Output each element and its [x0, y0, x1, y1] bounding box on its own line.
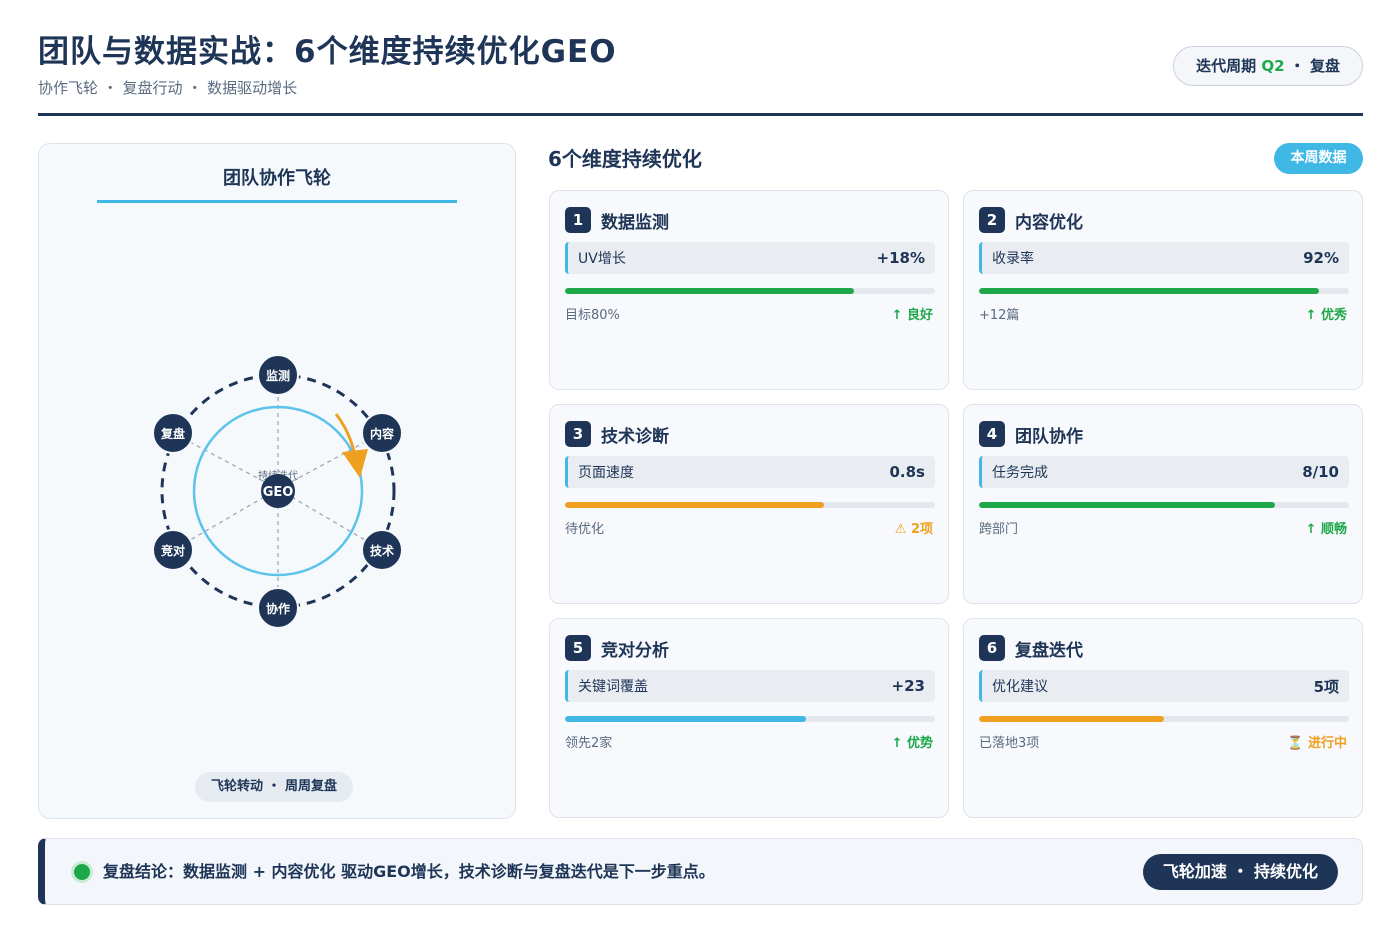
progress-fill — [979, 502, 1275, 508]
progress-track — [565, 502, 935, 508]
dimension-card-1[interactable]: 1 数据监测 UV增长 +18% 目标80% ↑ 良好 — [549, 190, 949, 390]
metric-label: 页面速度 — [578, 465, 634, 481]
card-number: 6 — [979, 635, 1005, 661]
node-competitor[interactable]: 竞对 — [152, 529, 194, 571]
progress-fill — [979, 288, 1320, 294]
node-review-label: 复盘 — [160, 426, 185, 441]
metric-label: UV增长 — [578, 251, 626, 267]
node-review[interactable]: 复盘 — [152, 412, 194, 454]
metric-value: +23 — [891, 677, 925, 695]
card-title: 复盘迭代 — [1015, 640, 1083, 661]
card-title: 技术诊断 — [601, 426, 669, 447]
metric-label: 优化建议 — [992, 679, 1048, 695]
node-tech[interactable]: 技术 — [361, 529, 403, 571]
card-header: 2 内容优化 — [979, 206, 1083, 234]
card-status: ↑ 良好 — [891, 308, 933, 323]
progress-track — [565, 716, 935, 722]
card-number: 5 — [565, 635, 591, 661]
card-header: 3 技术诊断 — [565, 420, 669, 448]
progress-fill — [565, 288, 854, 294]
rotation-arrow — [334, 413, 357, 457]
node-content-label: 内容 — [370, 426, 394, 441]
flywheel-panel: 团队协作飞轮 持续迭代 GEO 监测 内容 技术 — [38, 143, 516, 819]
card-footnote: 待优化 — [565, 522, 605, 537]
card-metric: 关键词覆盖 +23 — [565, 670, 935, 702]
node-content[interactable]: 内容 — [361, 412, 403, 454]
card-title: 团队协作 — [1015, 426, 1083, 447]
page-title: 团队与数据实战：6个维度持续优化GEO — [38, 34, 617, 70]
conclusion-text: 复盘结论：数据监测 + 内容优化 驱动GEO增长，技术诊断与复盘迭代是下一步重点… — [103, 862, 715, 881]
page-header: 团队与数据实战：6个维度持续优化GEO 协作飞轮 ・ 复盘行动 ・ 数据驱动增长… — [38, 32, 1363, 116]
page-subtitle: 协作飞轮 ・ 复盘行动 ・ 数据驱动增长 — [38, 79, 298, 97]
flywheel-diagram: 持续迭代 GEO 监测 内容 技术 协作 竞对 复盘 — [152, 354, 403, 629]
card-number: 3 — [565, 421, 591, 447]
card-footnote: 目标80% — [565, 308, 620, 323]
progress-track — [979, 716, 1349, 722]
week-data-badge[interactable]: 本周数据 — [1274, 143, 1363, 174]
card-title: 内容优化 — [1015, 212, 1083, 233]
dimension-card-6[interactable]: 6 复盘迭代 优化建议 5项 已落地3项 ⏳ 进行中 — [963, 618, 1363, 818]
card-metric: 优化建议 5项 — [979, 670, 1349, 702]
card-metric: UV增长 +18% — [565, 242, 935, 274]
dimension-card-3[interactable]: 3 技术诊断 页面速度 0.8s 待优化 ⚠ 2项 — [549, 404, 949, 604]
card-header: 1 数据监测 — [565, 206, 669, 234]
dimension-card-5[interactable]: 5 竞对分析 关键词覆盖 +23 领先2家 ↑ 优势 — [549, 618, 949, 818]
dimension-card-4[interactable]: 4 团队协作 任务完成 8/10 跨部门 ↑ 顺畅 — [963, 404, 1363, 604]
node-competitor-label: 竞对 — [161, 543, 185, 558]
card-metric: 收录率 92% — [979, 242, 1349, 274]
card-number: 4 — [979, 421, 1005, 447]
card-status: ↑ 优势 — [891, 736, 933, 751]
card-header: 6 复盘迭代 — [979, 634, 1083, 662]
card-metric: 页面速度 0.8s — [565, 456, 935, 488]
card-title: 数据监测 — [601, 212, 669, 233]
flywheel-accelerate-button[interactable]: 飞轮加速 ・ 持续优化 — [1142, 854, 1338, 890]
metric-value: 0.8s — [889, 463, 925, 481]
metric-value: 5项 — [1313, 677, 1339, 696]
rotation-arrow-head — [342, 449, 368, 478]
node-monitor-label: 监测 — [266, 368, 290, 383]
progress-track — [979, 502, 1349, 508]
card-status: ⚠ 2项 — [894, 522, 933, 537]
card-footnote: 跨部门 — [979, 522, 1019, 537]
metric-value: 8/10 — [1302, 463, 1339, 481]
card-metric: 任务完成 8/10 — [979, 456, 1349, 488]
progress-track — [979, 288, 1349, 294]
status-dot-icon — [71, 861, 93, 883]
metric-label: 收录率 — [992, 251, 1034, 267]
metric-label: 任务完成 — [992, 465, 1048, 481]
section-title: 6个维度持续优化 — [548, 147, 702, 171]
card-title: 竞对分析 — [601, 640, 669, 661]
card-status: ⏳ 进行中 — [1287, 736, 1347, 751]
iteration-cycle-badge[interactable]: 迭代周期 Q2 ・ 复盘 — [1173, 46, 1363, 86]
progress-fill — [565, 502, 824, 508]
metric-value: 92% — [1303, 249, 1339, 267]
center-label: GEO — [263, 485, 294, 500]
card-footnote: +12篇 — [979, 308, 1020, 323]
card-header: 4 团队协作 — [979, 420, 1083, 448]
cycle-quarter: Q2 — [1261, 57, 1285, 75]
node-monitor[interactable]: 监测 — [257, 354, 299, 396]
cycle-prefix: 迭代周期 — [1196, 57, 1257, 75]
conclusion-bar: 复盘结论：数据监测 + 内容优化 驱动GEO增长，技术诊断与复盘迭代是下一步重点… — [38, 838, 1363, 905]
metric-label: 关键词覆盖 — [578, 679, 648, 695]
card-status: ↑ 顺畅 — [1305, 522, 1347, 537]
card-status: ↑ 优秀 — [1305, 308, 1347, 323]
card-number: 1 — [565, 207, 591, 233]
flywheel-footer-pill: 飞轮转动 ・ 周周复盘 — [195, 772, 354, 802]
progress-fill — [979, 716, 1164, 722]
node-tech-label: 技术 — [370, 543, 394, 558]
progress-track — [565, 288, 935, 294]
node-collab-label: 协作 — [266, 601, 290, 616]
card-footnote: 已落地3项 — [979, 736, 1040, 751]
dimension-card-2[interactable]: 2 内容优化 收录率 92% +12篇 ↑ 优秀 — [963, 190, 1363, 390]
progress-fill — [565, 716, 806, 722]
flywheel-title: 团队协作飞轮 — [97, 164, 457, 203]
card-number: 2 — [979, 207, 1005, 233]
node-collab[interactable]: 协作 — [257, 587, 299, 629]
metric-value: +18% — [876, 249, 925, 267]
card-footnote: 领先2家 — [565, 736, 613, 751]
card-header: 5 竞对分析 — [565, 634, 669, 662]
cycle-suffix: ・ 复盘 — [1289, 57, 1340, 75]
